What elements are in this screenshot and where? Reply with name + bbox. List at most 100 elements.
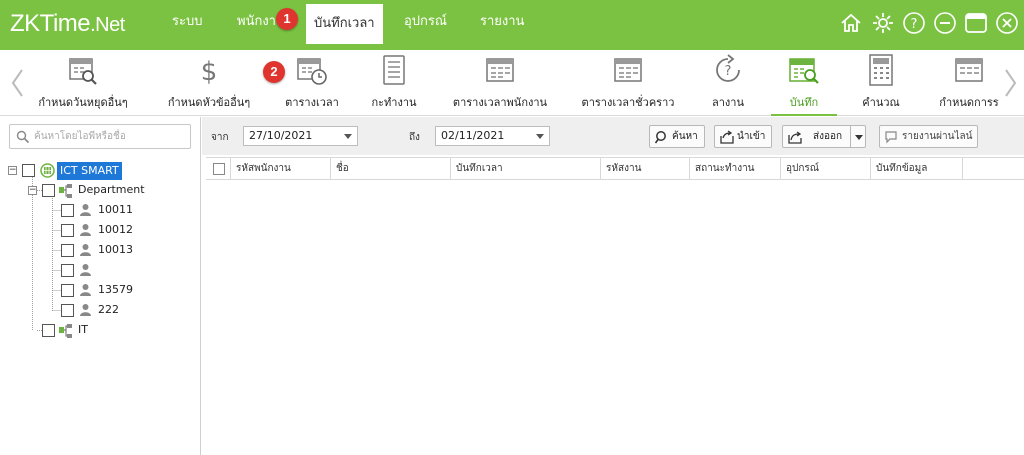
tool-shift[interactable]: กะทำงาน xyxy=(364,50,424,116)
it-checkbox[interactable] xyxy=(42,324,55,337)
import-icon xyxy=(720,130,734,144)
from-date-picker[interactable]: 27/10/2021 xyxy=(243,126,358,146)
person-icon xyxy=(80,304,91,316)
menu-report[interactable]: รายงาน xyxy=(480,0,524,42)
department-icon xyxy=(59,184,72,198)
tree-node-employee[interactable]: 222 xyxy=(98,301,119,319)
column-header[interactable]: บันทึกเวลา xyxy=(451,158,601,180)
close-icon[interactable] xyxy=(995,11,1019,35)
column-header[interactable]: สถานะทำงาน xyxy=(690,158,781,180)
step-badge-1: 1 xyxy=(276,8,298,30)
menu-attendance[interactable]: บันทึกเวลา xyxy=(306,4,383,44)
maximize-icon[interactable] xyxy=(964,11,988,35)
employee-checkbox[interactable] xyxy=(61,304,74,317)
holiday-search-icon xyxy=(69,58,97,85)
collapse-root-toggle[interactable]: − xyxy=(8,166,17,175)
top-menu-bar: ZKTime.Net ระบบ พนักงา บันทึกเวลา อุปกรณ… xyxy=(0,0,1024,50)
from-label: จาก xyxy=(211,132,229,143)
toolbar: กำหนดวันหยุดอื่นๆ $ กำหนดหัวข้ออื่นๆ ตาร… xyxy=(0,50,1024,116)
tree-node-employee[interactable]: 10013 xyxy=(98,241,133,259)
filter-bar: จาก 27/10/2021 ถึง 02/11/2021 ค้นหา นำเข… xyxy=(202,117,1024,155)
tool-leave[interactable]: ? ลางาน xyxy=(703,50,753,116)
help-icon[interactable]: ? xyxy=(902,11,926,35)
minimize-icon[interactable] xyxy=(933,11,957,35)
collapse-department-toggle[interactable]: − xyxy=(28,186,37,195)
tool-temp-schedule[interactable]: ตารางเวลาชั่วคราว xyxy=(576,50,680,116)
scroll-left-icon[interactable] xyxy=(10,68,24,98)
menu-employee[interactable]: พนักงา xyxy=(237,0,276,42)
menu-device[interactable]: อุปกรณ์ xyxy=(404,0,447,42)
employee-checkbox[interactable] xyxy=(61,284,74,297)
timetable-icon xyxy=(297,58,327,85)
svg-text:?: ? xyxy=(911,17,918,32)
employee-checkbox[interactable] xyxy=(61,244,74,257)
export-icon xyxy=(788,131,802,144)
person-icon xyxy=(80,224,91,236)
tree-node-it[interactable]: IT xyxy=(78,321,88,339)
tool-timetable[interactable]: ตารางเวลา xyxy=(280,50,344,116)
tool-employee-schedule[interactable]: ตารางเวลาพนักงาน xyxy=(447,50,553,116)
tree-node-department[interactable]: Department xyxy=(78,181,145,199)
tool-records[interactable]: บันทึก xyxy=(771,50,837,116)
tool-other-items[interactable]: $ กำหนดหัวข้ออื่นๆ xyxy=(160,50,258,116)
column-header[interactable]: รหัสงาน xyxy=(601,158,690,180)
search-button[interactable]: ค้นหา xyxy=(649,125,705,148)
step-badge-2: 2 xyxy=(263,61,285,83)
select-all-column xyxy=(206,158,231,180)
tree-node-company[interactable]: ICT SMART xyxy=(57,162,122,180)
shift-list-icon xyxy=(383,55,405,85)
department-checkbox[interactable] xyxy=(42,184,55,197)
chat-icon xyxy=(885,131,897,144)
leave-icon: ? xyxy=(716,54,740,82)
employee-checkbox[interactable] xyxy=(61,264,74,277)
svg-text:$: $ xyxy=(201,57,218,87)
company-icon xyxy=(40,163,55,178)
active-tab-underline xyxy=(771,114,837,116)
app-logo: ZKTime.Net xyxy=(10,10,125,37)
scroll-right-icon[interactable] xyxy=(1004,68,1018,98)
department-panel: − ICT SMART − Department 10011 10012 100… xyxy=(0,117,201,455)
column-header[interactable]: อุปกรณ์ xyxy=(781,158,871,180)
to-date-value: 02/11/2021 xyxy=(441,129,505,142)
person-icon xyxy=(80,204,91,216)
tool-schedule-rules[interactable]: กำหนดการร xyxy=(935,50,1003,116)
tree-node-employee[interactable]: 10011 xyxy=(98,201,133,219)
split-divider xyxy=(850,126,851,147)
schedule-rules-icon xyxy=(955,58,983,82)
person-icon xyxy=(80,244,91,256)
tool-calculate[interactable]: คำนวณ xyxy=(850,50,912,116)
column-header[interactable]: ชื่อ xyxy=(331,158,451,180)
record-calendar-icon xyxy=(789,58,819,84)
home-icon[interactable] xyxy=(839,11,863,35)
temp-schedule-icon xyxy=(614,58,642,82)
calculator-icon xyxy=(869,54,893,86)
chevron-down-icon xyxy=(344,134,352,139)
online-report-button[interactable]: รายงานผ่านไลน์ xyxy=(879,125,978,148)
select-all-checkbox[interactable] xyxy=(213,163,225,175)
person-icon xyxy=(80,284,91,296)
chevron-down-icon xyxy=(536,134,544,139)
to-label: ถึง xyxy=(409,132,420,143)
from-date-value: 27/10/2021 xyxy=(249,129,313,142)
table-header: รหัสพนักงาน ชื่อ บันทึกเวลา รหัสงาน สถาน… xyxy=(206,158,1024,180)
import-button[interactable]: นำเข้า xyxy=(714,125,772,148)
root-checkbox[interactable] xyxy=(22,164,35,177)
chevron-down-icon[interactable] xyxy=(855,135,863,140)
dollar-icon: $ xyxy=(201,57,218,87)
magnifier-icon xyxy=(655,131,666,144)
employee-checkbox[interactable] xyxy=(61,204,74,217)
menu-system[interactable]: ระบบ xyxy=(172,0,202,42)
employee-checkbox[interactable] xyxy=(61,224,74,237)
attendance-records-table: รหัสพนักงาน ชื่อ บันทึกเวลา รหัสงาน สถาน… xyxy=(206,157,1024,455)
tree-node-employee[interactable]: 13579 xyxy=(98,281,133,299)
svg-text:?: ? xyxy=(725,64,732,79)
to-date-picker[interactable]: 02/11/2021 xyxy=(435,126,550,146)
department-icon xyxy=(59,324,72,338)
employee-schedule-icon xyxy=(486,58,514,82)
export-button[interactable]: ส่งออก xyxy=(782,125,866,148)
column-header[interactable]: บันทึกข้อมูล xyxy=(871,158,963,180)
tree-node-employee[interactable]: 10012 xyxy=(98,221,133,239)
tool-holidays[interactable]: กำหนดวันหยุดอื่นๆ xyxy=(30,50,136,116)
gear-icon[interactable] xyxy=(871,11,895,35)
column-header[interactable]: รหัสพนักงาน xyxy=(231,158,331,180)
